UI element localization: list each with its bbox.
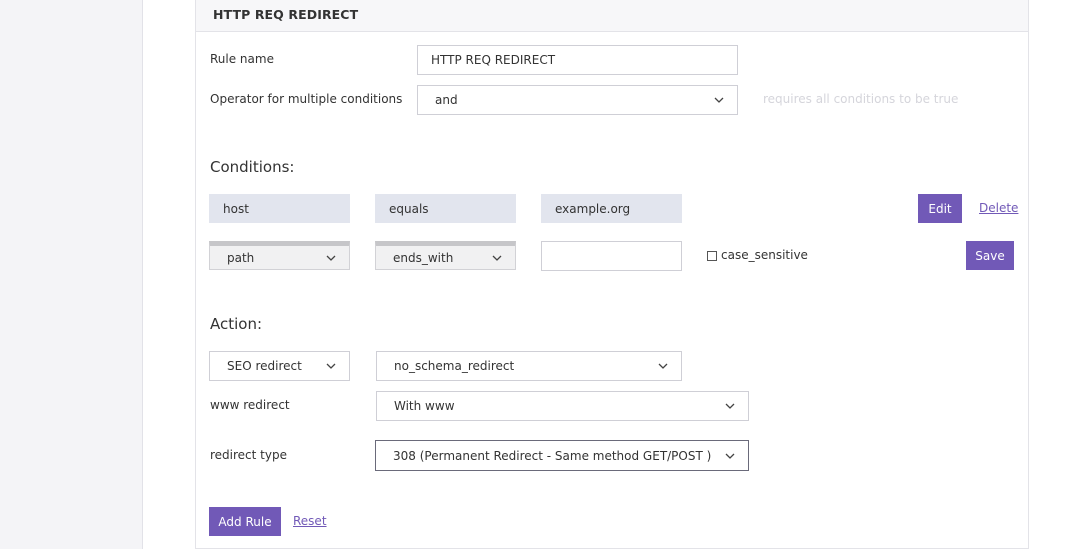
- condition-operator-chip: equals: [375, 194, 516, 223]
- action-subtype-value: no_schema_redirect: [394, 359, 515, 373]
- operator-select[interactable]: and: [417, 85, 738, 115]
- panel-header: HTTP REQ REDIRECT: [196, 0, 1028, 32]
- rule-name-input[interactable]: HTTP REQ REDIRECT: [417, 45, 738, 75]
- action-type-value: SEO redirect: [227, 359, 302, 373]
- new-condition-value-input[interactable]: [541, 241, 682, 271]
- condition-field-chip: host: [209, 194, 350, 223]
- condition-field-text: host: [223, 201, 249, 216]
- www-redirect-value: With www: [394, 399, 455, 413]
- condition-operator-text: equals: [389, 201, 429, 216]
- chevron-down-icon: [714, 95, 724, 105]
- chevron-down-icon: [326, 361, 336, 371]
- case-sensitive-label: case_sensitive: [721, 248, 808, 262]
- redirect-type-label: redirect type: [210, 448, 287, 462]
- add-rule-button[interactable]: Add Rule: [209, 507, 281, 536]
- redirect-type-value: 308 (Permanent Redirect - Same method GE…: [393, 448, 712, 463]
- conditions-heading: Conditions:: [210, 158, 295, 176]
- chevron-down-icon: [725, 451, 735, 461]
- chevron-down-icon: [326, 253, 336, 263]
- action-type-select[interactable]: SEO redirect: [209, 351, 350, 381]
- delete-condition-link[interactable]: Delete: [979, 201, 1018, 215]
- edit-condition-button[interactable]: Edit: [918, 194, 962, 223]
- new-condition-operator-select[interactable]: ends_with: [375, 241, 516, 270]
- operator-label: Operator for multiple conditions: [210, 92, 403, 106]
- chevron-down-icon: [725, 401, 735, 411]
- rule-name-value: HTTP REQ REDIRECT: [431, 53, 556, 67]
- panel-title: HTTP REQ REDIRECT: [213, 7, 359, 22]
- save-condition-button[interactable]: Save: [966, 241, 1014, 270]
- new-condition-field-value: path: [227, 250, 255, 265]
- reset-link[interactable]: Reset: [293, 514, 327, 528]
- chevron-down-icon: [492, 253, 502, 263]
- chevron-down-icon: [658, 361, 668, 371]
- operator-value: and: [435, 93, 458, 107]
- action-heading: Action:: [210, 315, 263, 333]
- new-condition-operator-value: ends_with: [393, 250, 454, 265]
- rule-name-label: Rule name: [210, 52, 274, 66]
- condition-value-chip: example.org: [541, 194, 682, 223]
- www-redirect-select[interactable]: With www: [376, 391, 749, 421]
- operator-hint: requires all conditions to be true: [763, 92, 959, 106]
- new-condition-field-select[interactable]: path: [209, 241, 350, 270]
- action-subtype-select[interactable]: no_schema_redirect: [376, 351, 682, 381]
- redirect-type-select[interactable]: 308 (Permanent Redirect - Same method GE…: [375, 440, 749, 471]
- case-sensitive-checkbox[interactable]: [707, 251, 717, 261]
- condition-value-text: example.org: [555, 201, 631, 216]
- www-redirect-label: www redirect: [210, 398, 290, 412]
